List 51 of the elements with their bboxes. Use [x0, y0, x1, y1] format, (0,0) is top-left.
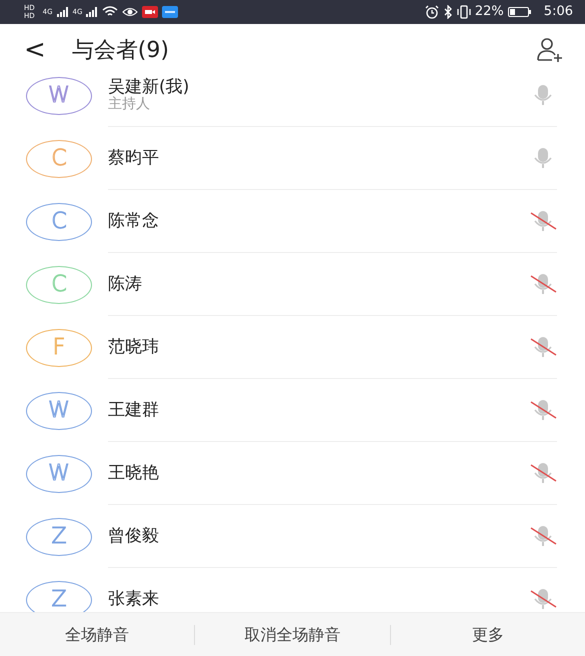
participant-name: 吴建新(我) — [108, 78, 190, 97]
battery-icon — [508, 6, 532, 18]
avatar: Z — [26, 518, 92, 556]
page-title: 与会者(9) — [72, 36, 169, 64]
participant-name: 范晓玮 — [108, 338, 159, 356]
avatar: C — [26, 266, 92, 304]
footer-button[interactable]: 取消全场静音 — [195, 622, 390, 646]
vibrate-icon — [456, 5, 471, 19]
muted-mic-icon[interactable] — [529, 398, 557, 422]
avatar: F — [26, 328, 92, 366]
app-icon — [162, 6, 178, 18]
participant-name: 陈常念 — [108, 212, 159, 230]
participant-name: 曾俊毅 — [108, 526, 159, 546]
eye-icon — [122, 6, 138, 18]
signal-icon — [56, 7, 69, 17]
participant-row[interactable]: W 王建群 — [0, 379, 585, 442]
avatar: C — [26, 202, 92, 240]
participant-row[interactable]: C 陈常念 — [0, 190, 585, 253]
muted-mic-icon[interactable] — [529, 587, 557, 611]
avatar: W — [26, 76, 92, 114]
battery-percent: 22% — [474, 3, 504, 22]
participant-row[interactable]: F 范晓玮 — [0, 316, 585, 379]
participant-row[interactable]: Z 曾俊毅 — [0, 505, 585, 568]
participant-name: 张素来 — [108, 590, 159, 608]
muted-mic-icon[interactable] — [529, 461, 557, 485]
wifi-icon — [102, 6, 118, 18]
participant-name: 陈涛 — [108, 274, 142, 294]
muted-mic-icon[interactable] — [529, 524, 557, 548]
participant-name: 蔡昀平 — [108, 148, 159, 168]
muted-mic-icon[interactable] — [529, 209, 557, 233]
footer-button[interactable]: 更多 — [390, 622, 585, 646]
avatar: W — [26, 392, 92, 430]
avatar: W — [26, 454, 92, 492]
muted-mic-icon[interactable] — [529, 335, 557, 359]
bluetooth-icon — [442, 5, 453, 19]
status-time: 5:06 — [544, 3, 573, 22]
video-icon — [142, 6, 158, 18]
alarm-icon — [424, 5, 439, 19]
participant-row[interactable]: C 蔡昀平 — [0, 127, 585, 190]
signal-icon — [86, 7, 98, 17]
participant-name: 王建群 — [108, 400, 159, 420]
muted-mic-icon[interactable] — [529, 272, 557, 296]
back-button[interactable]: < — [24, 37, 46, 63]
add-person-icon[interactable] — [537, 38, 563, 62]
participant-row[interactable]: C 陈涛 — [0, 253, 585, 316]
participant-row[interactable]: W 吴建新(我) 主持人 — [0, 76, 585, 127]
participant-role: 主持人 — [108, 96, 151, 112]
footer-button[interactable]: 全场静音 — [0, 622, 194, 646]
participant-name: 王晓艳 — [108, 464, 159, 482]
participant-row[interactable]: W 王晓艳 — [0, 442, 585, 505]
avatar: C — [26, 140, 92, 178]
